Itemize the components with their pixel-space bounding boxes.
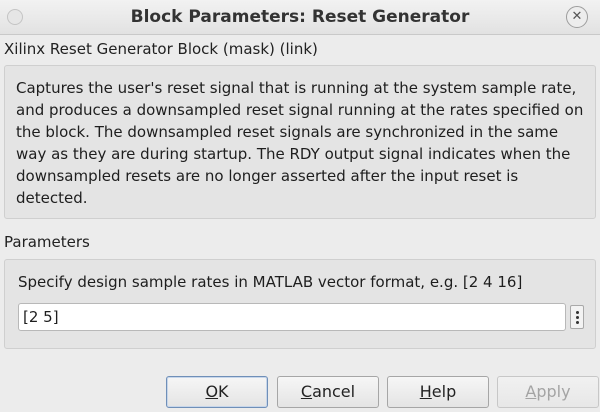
apply-mnemonic: A bbox=[525, 382, 537, 401]
apply-label: pply bbox=[536, 382, 571, 401]
cancel-label: ancel bbox=[312, 382, 356, 401]
ok-mnemonic: O bbox=[205, 382, 219, 401]
parameters-section-label: Parameters bbox=[4, 233, 90, 251]
window-title: Block Parameters: Reset Generator bbox=[130, 7, 470, 27]
ok-label: K bbox=[218, 382, 229, 401]
cancel-mnemonic: C bbox=[300, 382, 313, 401]
vertical-ellipsis-icon[interactable] bbox=[570, 305, 584, 329]
title-bar: Block Parameters: Reset Generator ✕ bbox=[0, 0, 600, 35]
close-icon[interactable]: ✕ bbox=[566, 6, 588, 28]
apply-button[interactable]: Apply bbox=[497, 376, 599, 408]
help-button[interactable]: Help bbox=[387, 376, 489, 408]
description-text: Captures the user's reset signal that is… bbox=[16, 79, 584, 207]
help-mnemonic: H bbox=[419, 382, 432, 401]
ok-button[interactable]: OK bbox=[166, 376, 268, 408]
sample-rates-input[interactable] bbox=[18, 303, 566, 331]
sample-rates-label: Specify design sample rates in MATLAB ve… bbox=[18, 273, 523, 291]
parameters-panel: Specify design sample rates in MATLAB ve… bbox=[4, 259, 596, 349]
help-label: elp bbox=[431, 382, 457, 401]
description-panel: Captures the user's reset signal that is… bbox=[4, 65, 596, 219]
cancel-button[interactable]: Cancel bbox=[277, 376, 379, 408]
block-name: Xilinx Reset Generator Block (mask) (lin… bbox=[4, 40, 318, 58]
